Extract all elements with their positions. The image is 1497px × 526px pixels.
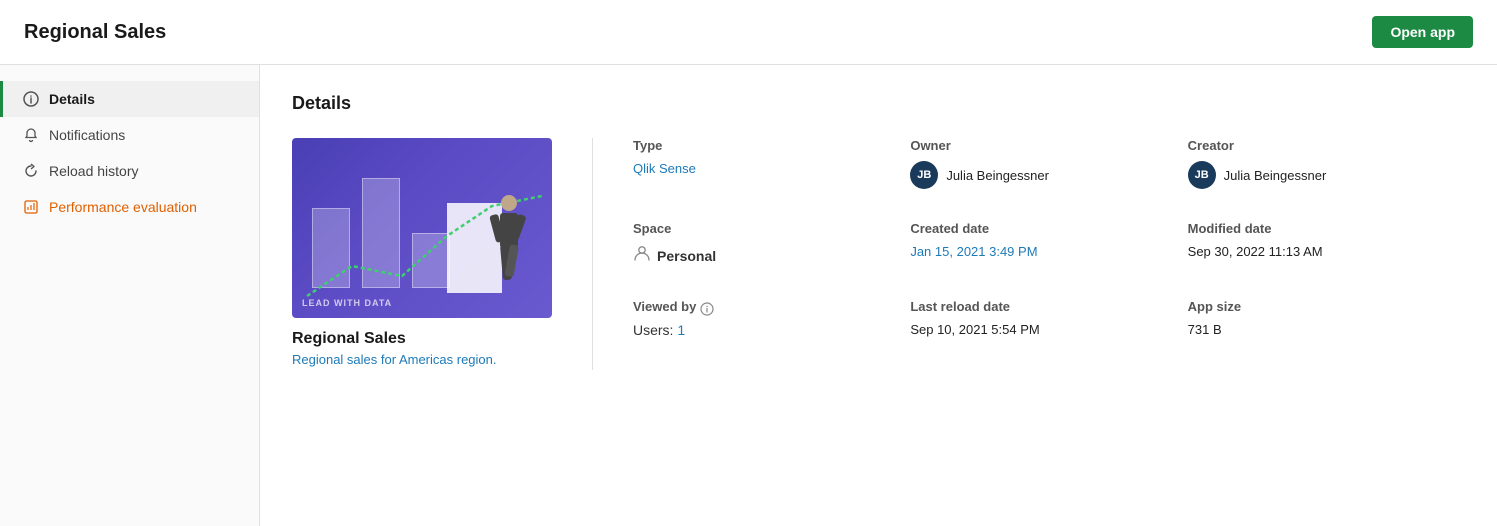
type-cell: Type Qlik Sense [633, 138, 910, 221]
created-date-label: Created date [910, 221, 1155, 236]
created-date-cell: Created date Jan 15, 2021 3:49 PM [910, 221, 1187, 299]
users-value: Users: 1 [633, 322, 878, 338]
modified-date-label: Modified date [1188, 221, 1433, 236]
bell-icon [23, 127, 39, 143]
app-thumbnail: LEAD WITH DATA [292, 138, 552, 318]
owner-label: Owner [910, 138, 1155, 153]
created-date-value: Jan 15, 2021 3:49 PM [910, 244, 1155, 259]
modified-date-value: Sep 30, 2022 11:13 AM [1188, 244, 1433, 259]
thumbnail-label: LEAD WITH DATA [302, 298, 392, 308]
sidebar-item-performance[interactable]: Performance evaluation [0, 189, 259, 225]
section-title: Details [292, 93, 1465, 114]
space-label: Space [633, 221, 878, 236]
person-icon [633, 244, 651, 267]
app-size-cell: App size 731 B [1188, 299, 1465, 370]
creator-avatar: JB [1188, 161, 1216, 189]
main-content: Details [260, 65, 1497, 526]
app-preview: LEAD WITH DATA Regional Sales Regional s… [292, 138, 552, 370]
person-figure [482, 193, 537, 298]
header: Regional Sales Open app [0, 0, 1497, 65]
creator-label: Creator [1188, 138, 1433, 153]
info-grid: Type Qlik Sense Owner JB Julia Beingessn… [592, 138, 1465, 370]
info-circle-icon[interactable] [700, 302, 714, 319]
sidebar: Details Notifications Reload history [0, 65, 260, 526]
open-app-button[interactable]: Open app [1372, 16, 1473, 48]
sidebar-item-notifications-label: Notifications [49, 127, 125, 143]
owner-cell: Owner JB Julia Beingessner [910, 138, 1187, 221]
type-value[interactable]: Qlik Sense [633, 161, 878, 176]
space-name: Personal [657, 248, 716, 264]
sidebar-item-reload-label: Reload history [49, 163, 139, 179]
sidebar-item-details-label: Details [49, 91, 95, 107]
app-size-label: App size [1188, 299, 1433, 314]
sidebar-item-performance-label: Performance evaluation [49, 199, 197, 215]
viewed-by-label-row: Viewed by [633, 299, 878, 322]
app-description: Regional sales for Americas region. [292, 352, 552, 367]
sidebar-item-details[interactable]: Details [0, 81, 259, 117]
type-label: Type [633, 138, 878, 153]
info-icon [23, 91, 39, 107]
viewed-by-cell: Viewed by Users: 1 [633, 299, 910, 370]
owner-row: JB Julia Beingessner [910, 161, 1155, 189]
space-cell: Space Personal [633, 221, 910, 299]
reload-icon [23, 163, 39, 179]
app-layout: Details Notifications Reload history [0, 65, 1497, 526]
details-content: LEAD WITH DATA Regional Sales Regional s… [292, 138, 1465, 370]
owner-avatar: JB [910, 161, 938, 189]
sidebar-item-reload-history[interactable]: Reload history [0, 153, 259, 189]
page-title: Regional Sales [24, 21, 166, 44]
creator-row: JB Julia Beingessner [1188, 161, 1433, 189]
last-reload-label: Last reload date [910, 299, 1155, 314]
creator-cell: Creator JB Julia Beingessner [1188, 138, 1465, 221]
last-reload-value: Sep 10, 2021 5:54 PM [910, 322, 1155, 337]
app-size-value: 731 B [1188, 322, 1433, 337]
sidebar-item-notifications[interactable]: Notifications [0, 117, 259, 153]
users-label: Users: [633, 322, 673, 338]
owner-name: Julia Beingessner [946, 168, 1049, 183]
app-name: Regional Sales [292, 330, 552, 348]
viewed-by-label: Viewed by [633, 299, 696, 314]
creator-name: Julia Beingessner [1224, 168, 1327, 183]
performance-icon [23, 199, 39, 215]
modified-date-cell: Modified date Sep 30, 2022 11:13 AM [1188, 221, 1465, 299]
users-count: 1 [677, 322, 685, 338]
last-reload-cell: Last reload date Sep 10, 2021 5:54 PM [910, 299, 1187, 370]
space-row: Personal [633, 244, 878, 267]
thumbnail-inner: LEAD WITH DATA [292, 138, 552, 318]
